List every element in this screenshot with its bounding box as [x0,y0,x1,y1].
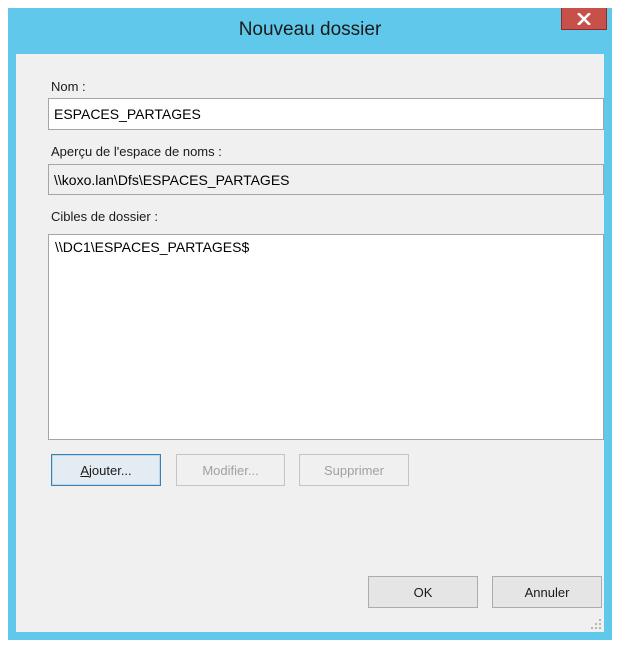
ok-button[interactable]: OK [368,576,478,608]
add-button-label: jouter... [89,462,132,478]
cancel-button[interactable]: Annuler [492,576,602,608]
close-button[interactable] [561,8,607,30]
folder-targets-label: Cibles de dossier : [51,209,158,224]
name-input[interactable]: ESPACES_PARTAGES [48,98,604,130]
title-bar[interactable]: Nouveau dossier [8,8,612,54]
dialog-window: Nouveau dossier Nom : ESPACES_PARTAGES A… [8,8,612,640]
list-item[interactable]: \\DC1\ESPACES_PARTAGES$ [49,235,603,255]
namespace-preview-label: Aperçu de l'espace de noms : [51,144,222,159]
delete-button[interactable]: Supprimer [299,454,409,486]
dialog-title: Nouveau dossier [238,19,382,40]
resize-grip-icon[interactable] [590,618,602,630]
namespace-preview-field: \\koxo.lan\Dfs\ESPACES_PARTAGES [48,164,604,195]
close-icon [577,12,591,25]
modify-button[interactable]: Modifier... [176,454,285,486]
dialog-body: Nom : ESPACES_PARTAGES Aperçu de l'espac… [16,54,604,632]
name-label: Nom : [51,79,86,94]
add-button[interactable]: Ajouter... [51,454,161,486]
add-button-mnemonic: A [80,462,90,478]
folder-targets-list[interactable]: \\DC1\ESPACES_PARTAGES$ [48,234,604,440]
